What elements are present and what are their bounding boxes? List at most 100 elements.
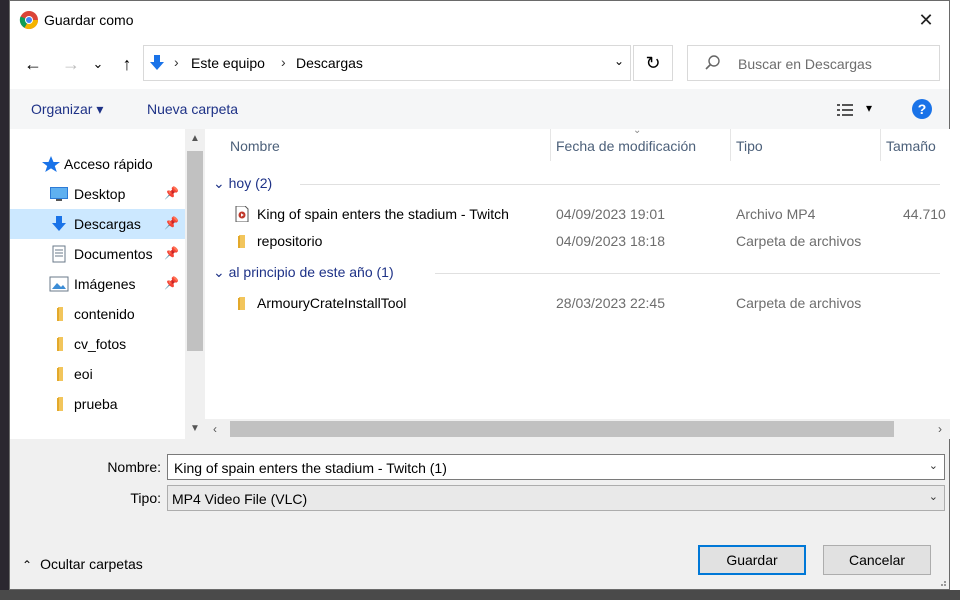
search-box[interactable]: Buscar en Descargas [687, 45, 940, 81]
sidebar-item-prueba[interactable]: prueba [10, 389, 185, 419]
file-type: Archivo MP4 [736, 206, 816, 222]
sidebar-item-label: Desktop [74, 186, 126, 202]
chevron-down-icon: ▾ [866, 101, 873, 115]
sidebar-item-documentos[interactable]: Documentos 📌 [10, 239, 185, 269]
column-divider[interactable] [550, 129, 551, 161]
sidebar-item-imagenes[interactable]: Imágenes 📌 [10, 269, 185, 299]
sidebar-item-acceso-rapido[interactable]: Acceso rápido [10, 149, 185, 179]
chevron-down-icon: ⌄ [928, 491, 938, 503]
back-button[interactable]: ← [21, 53, 45, 75]
file-list-pane: ⌄ Nombre Fecha de modificación Tipo Tama… [205, 129, 950, 439]
chrome-icon [19, 11, 38, 30]
sidebar-item-label: Documentos [74, 246, 153, 262]
filename-label: Nombre: [107, 459, 161, 475]
column-header-date[interactable]: Fecha de modificación [556, 138, 696, 154]
column-header-type[interactable]: Tipo [736, 138, 763, 154]
download-icon [52, 216, 66, 231]
group-divider [435, 273, 940, 274]
scroll-up-icon[interactable]: ▲ [185, 129, 205, 149]
group-divider [300, 184, 940, 185]
column-header-size[interactable]: Tamaño [886, 138, 936, 154]
address-bar[interactable]: › Este equipo › Descargas ⌄ [143, 45, 631, 81]
column-divider[interactable] [730, 129, 731, 161]
help-button[interactable]: ? [912, 99, 932, 119]
close-button[interactable]: ✕ [903, 1, 949, 39]
scroll-right-icon[interactable]: › [930, 419, 950, 439]
breadcrumb-separator-icon: › [174, 54, 179, 70]
forward-arrow-icon: → [62, 54, 80, 74]
group-header-earlier-this-year[interactable]: ⌄ al principio de este año (1) [213, 264, 394, 281]
file-date: 04/09/2023 18:18 [556, 233, 665, 249]
navigation-bar: ← → ⌄ ↑ › Este equipo › Descargas ⌄ ↻ Bu… [10, 39, 949, 89]
view-options-button[interactable]: ▾ [836, 101, 880, 119]
images-icon [49, 276, 69, 292]
sidebar-item-label: Imágenes [74, 276, 136, 292]
search-placeholder: Buscar en Descargas [738, 56, 872, 72]
scrollbar-thumb[interactable] [230, 421, 894, 437]
address-dropdown-icon[interactable]: ⌄ [614, 54, 624, 68]
refresh-button[interactable]: ↻ [633, 45, 673, 81]
up-button[interactable]: ↑ [115, 53, 139, 75]
breadcrumb-descargas[interactable]: Descargas [296, 55, 363, 71]
sidebar-item-desktop[interactable]: Desktop 📌 [10, 179, 185, 209]
folder-icon [57, 397, 63, 411]
save-button[interactable]: Guardar [698, 545, 806, 575]
command-toolbar: Organizar ▾ Nueva carpeta ▾ ? [10, 89, 949, 129]
star-icon [42, 156, 60, 172]
sort-indicator-icon: ⌄ [633, 129, 642, 136]
background-window-bottom [0, 590, 960, 600]
refresh-icon: ↻ [645, 53, 661, 73]
chevron-down-icon: ⌄ [92, 56, 104, 71]
sidebar-item-contenido[interactable]: contenido [10, 299, 185, 329]
sidebar-item-eoi[interactable]: eoi [10, 359, 185, 389]
chevron-down-icon[interactable]: ⌄ [929, 459, 938, 472]
group-label: hoy (2) [228, 175, 273, 191]
breadcrumb-separator-icon: › [281, 54, 286, 70]
folder-icon [57, 367, 63, 381]
file-type: Carpeta de archivos [736, 295, 862, 311]
file-row[interactable]: repositorio 04/09/2023 18:18 Carpeta de … [225, 228, 945, 254]
download-icon [150, 55, 164, 70]
up-arrow-icon: ↑ [122, 54, 132, 74]
hide-folders-label: Ocultar carpetas [40, 556, 143, 572]
file-type-select[interactable]: MP4 Video File (VLC) ⌄ [167, 485, 945, 511]
chevron-down-icon: ⌄ [213, 175, 229, 191]
sidebar-item-label: prueba [74, 396, 118, 412]
back-arrow-icon: ← [24, 54, 42, 74]
pin-icon: 📌 [164, 216, 179, 230]
sidebar-item-label: contenido [74, 306, 135, 322]
sidebar-item-cv-fotos[interactable]: cv_fotos [10, 329, 185, 359]
scroll-down-icon[interactable]: ▼ [185, 419, 205, 439]
chevron-up-icon: ⌃ [22, 558, 33, 572]
group-label: al principio de este año (1) [228, 264, 394, 280]
resize-grip-icon[interactable] [937, 577, 947, 587]
forward-button[interactable]: → [59, 53, 83, 75]
cancel-button[interactable]: Cancelar [823, 545, 931, 575]
scroll-left-icon[interactable]: ‹ [205, 419, 225, 439]
scrollbar-thumb[interactable] [187, 151, 203, 351]
file-list-horizontal-scrollbar[interactable]: ‹ › [205, 419, 950, 439]
details-view-icon [837, 104, 853, 116]
file-date: 04/09/2023 19:01 [556, 206, 665, 222]
chevron-down-icon: ⌄ [213, 264, 229, 280]
new-folder-button[interactable]: Nueva carpeta [147, 101, 238, 117]
file-row[interactable]: ArmouryCrateInstallTool 28/03/2023 22:45… [225, 290, 945, 316]
hide-folders-toggle[interactable]: ⌃ Ocultar carpetas [22, 556, 143, 572]
sidebar-item-label: Acceso rápido [64, 156, 153, 172]
organize-menu[interactable]: Organizar ▾ [31, 101, 103, 118]
navigation-scrollbar[interactable]: ▲ ▼ [185, 129, 205, 439]
video-file-icon [235, 206, 249, 222]
folder-icon [238, 297, 245, 310]
breadcrumb-este-equipo[interactable]: Este equipo [191, 55, 265, 71]
file-row[interactable]: King of spain enters the stadium - Twitc… [225, 201, 946, 227]
sidebar-item-descargas[interactable]: Descargas 📌 [10, 209, 185, 239]
file-type: Carpeta de archivos [736, 233, 862, 249]
recent-locations-button[interactable]: ⌄ [90, 53, 106, 75]
sidebar-item-label: eoi [74, 366, 93, 382]
pin-icon: 📌 [164, 246, 179, 260]
filename-input[interactable]: King of spain enters the stadium - Twitc… [167, 454, 945, 480]
column-divider[interactable] [880, 129, 881, 161]
group-header-today[interactable]: ⌄ hoy (2) [213, 175, 272, 192]
folder-icon [57, 307, 63, 321]
column-header-name[interactable]: Nombre [230, 138, 280, 154]
